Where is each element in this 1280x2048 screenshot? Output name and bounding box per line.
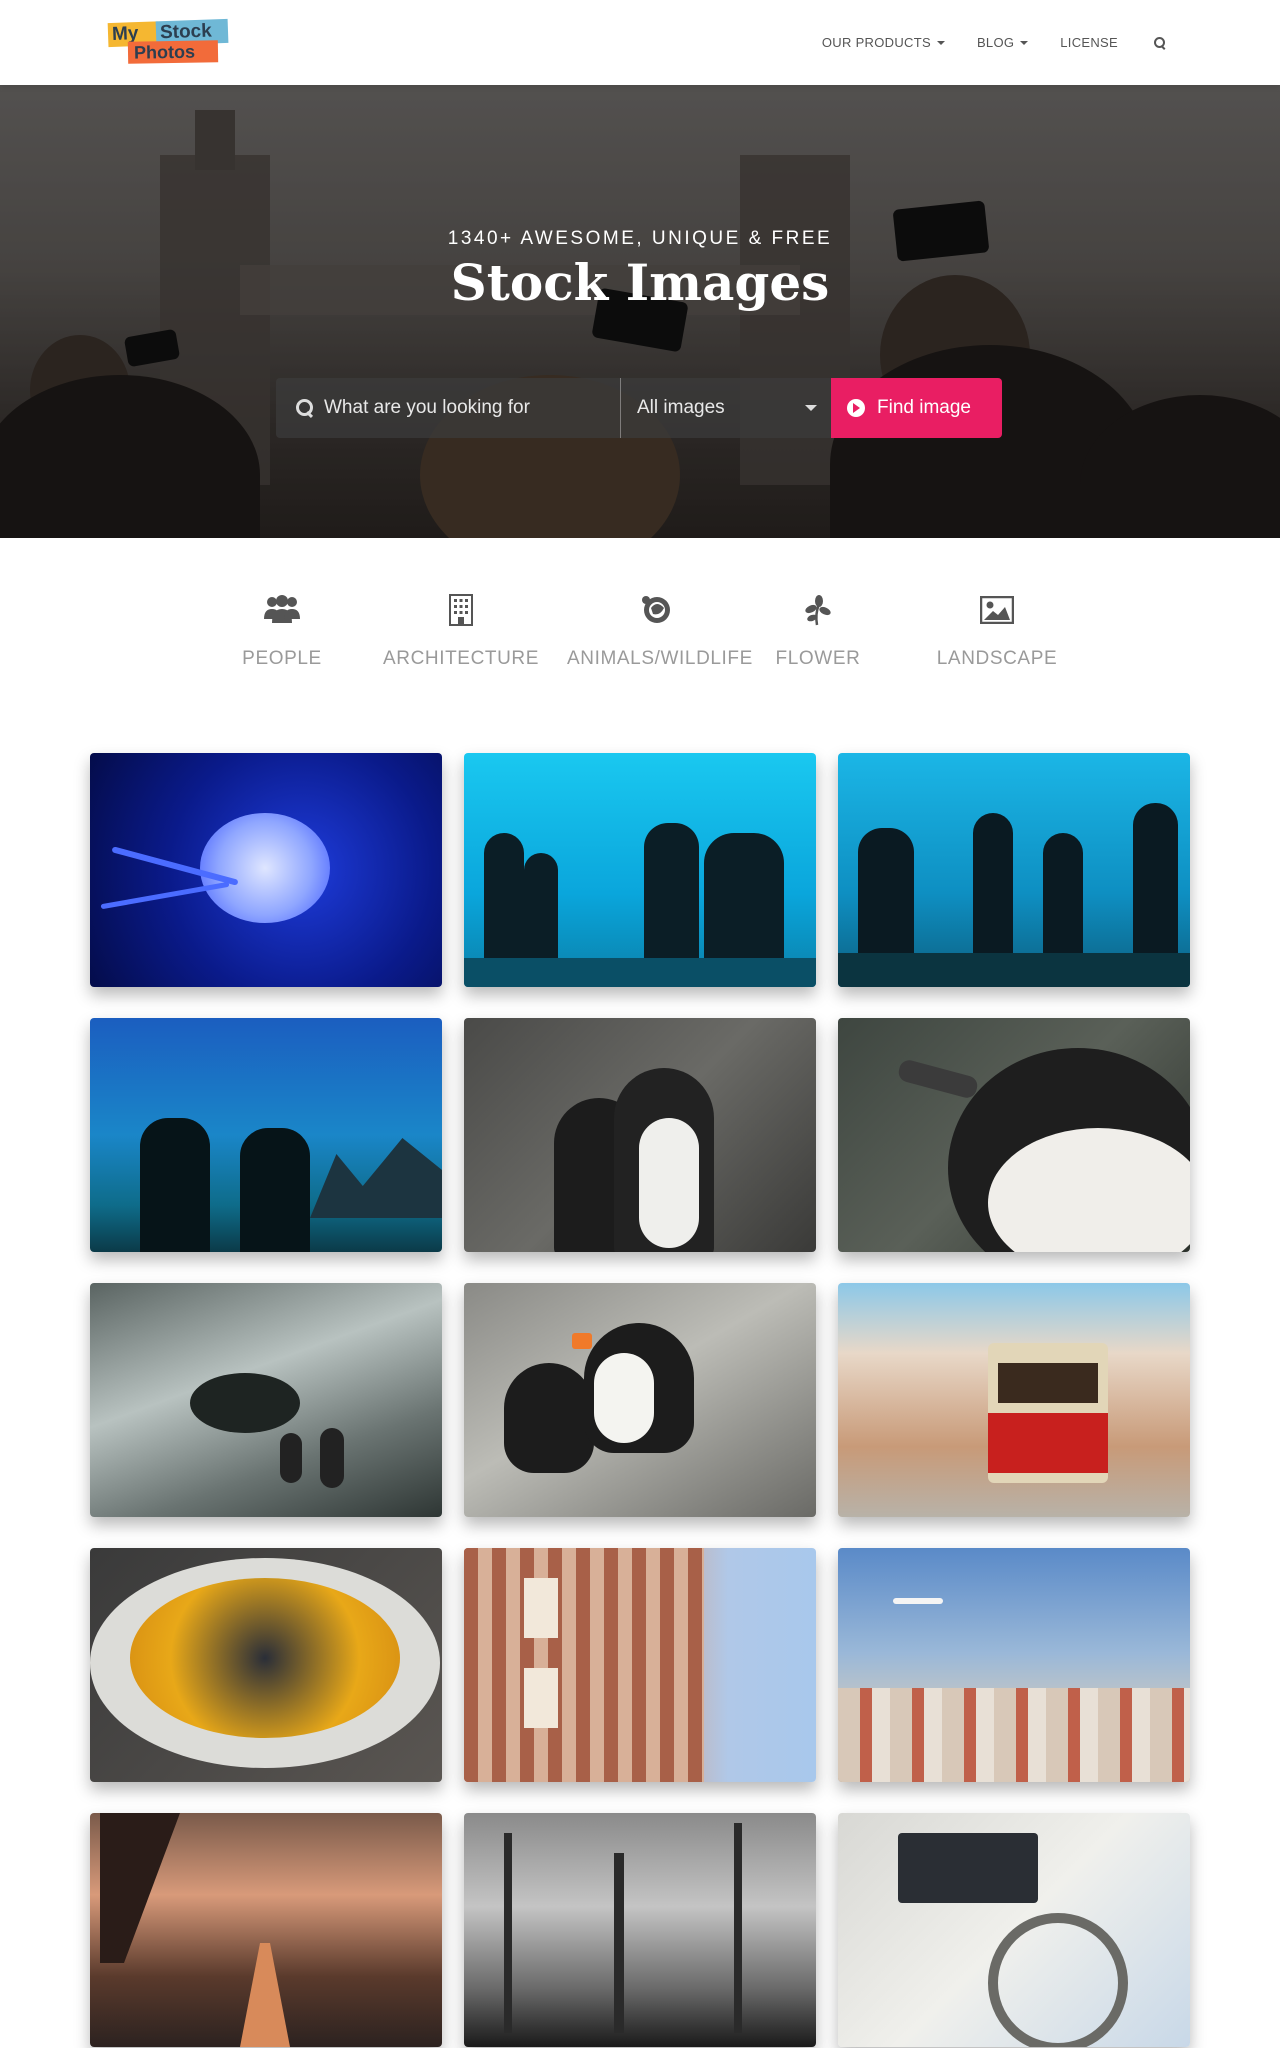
aquarium-floor [464, 958, 816, 987]
tram-windows [998, 1363, 1098, 1403]
category-flower-label: FLOWER [775, 648, 861, 669]
hero-subtitle: 1340+ AWESOME, UNIQUE & FREE [447, 228, 833, 249]
aquarium-rocks [310, 1138, 442, 1218]
nav-license[interactable]: LICENSE [1044, 35, 1134, 50]
find-image-label: Find image [877, 397, 971, 418]
gallery-item-aquarium-silhouettes[interactable] [838, 753, 1190, 987]
tram-red-panel [988, 1413, 1108, 1473]
category-landscape[interactable]: LANDSCAPE [907, 590, 1087, 670]
caret-down-icon [1020, 40, 1029, 45]
caret-down-icon [936, 40, 945, 45]
search-icon [1154, 36, 1166, 49]
find-image-button[interactable]: Find image [831, 378, 1002, 438]
site-logo[interactable]: My Stock Photos [104, 18, 232, 66]
penguin-small [280, 1433, 302, 1483]
category-architecture-label: ARCHITECTURE [382, 648, 540, 669]
hero-banner: 1340+ AWESOME, UNIQUE & FREE Stock Image… [0, 85, 1280, 538]
picture-icon [907, 590, 1087, 630]
category-people-label: PEOPLE [242, 648, 322, 669]
hero-search-form: What are you looking for All images Find… [276, 378, 1004, 438]
caret-down-icon [805, 405, 817, 411]
image-type-value: All images [637, 397, 725, 418]
visitor-silhouette [140, 1118, 210, 1252]
building-facade [464, 1548, 704, 1782]
nav-blog[interactable]: BLOG [961, 35, 1044, 50]
aquarium-floor [838, 953, 1190, 987]
gallery-item-jellyfish[interactable] [90, 753, 442, 987]
tree-trunk [734, 1823, 742, 2033]
puffin-body [504, 1363, 594, 1473]
navbar: My Stock Photos OUR PRODUCTS BLOG LICENS… [0, 0, 1280, 85]
building-window [524, 1578, 558, 1638]
gallery-item-puffins[interactable] [464, 1283, 816, 1517]
penguin-small [320, 1428, 344, 1488]
city-rooftops [838, 1688, 1190, 1782]
rock-cave [190, 1373, 300, 1433]
tree-silhouette [100, 1813, 180, 1963]
building-window [524, 1668, 558, 1728]
gallery-item-tiled-building[interactable] [464, 1548, 816, 1782]
gallery-item-city-airplane[interactable] [838, 1548, 1190, 1782]
arrow-circle-right-icon [847, 399, 865, 417]
category-animals-label: ANIMALS/WILDLIFE [567, 648, 753, 669]
nav-our-products-label: OUR PRODUCTS [821, 35, 931, 50]
search-icon [296, 399, 314, 417]
gallery-item-aquarium-visitors[interactable] [464, 753, 816, 987]
category-architecture[interactable]: ARCHITECTURE [371, 590, 551, 670]
gallery-item-misty-forest[interactable] [464, 1813, 816, 2047]
tree-trunk [504, 1833, 512, 2033]
logo-photos: Photos [127, 40, 219, 64]
flower-icon [728, 590, 908, 630]
puffin-beak [572, 1333, 592, 1349]
main-nav: OUR PRODUCTS BLOG LICENSE [806, 0, 1182, 85]
gallery-item-boat-dashboard[interactable] [838, 1813, 1190, 2047]
search-placeholder: What are you looking for [324, 397, 530, 418]
gallery-item-mussels-dish[interactable] [90, 1548, 442, 1782]
gallery-item-penguins-pair[interactable] [464, 1018, 816, 1252]
category-animals[interactable]: ANIMALS/WILDLIFE [567, 590, 753, 670]
puffin-chest [594, 1353, 654, 1443]
category-bar: PEOPLE ARCHITECTURE ANIMALS/WILDLIFE FLO… [0, 590, 1280, 690]
road-line [240, 1943, 290, 2047]
tree-trunk [614, 1853, 624, 2033]
gallery-item-aquarium-tank[interactable] [90, 1018, 442, 1252]
penguin-beak [896, 1058, 980, 1100]
image-type-select[interactable]: All images [621, 378, 831, 438]
jellyfish-bell [200, 813, 330, 923]
category-landscape-label: LANDSCAPE [936, 648, 1058, 669]
gallery-item-foggy-road[interactable] [90, 1813, 442, 2047]
search-input[interactable]: What are you looking for [276, 378, 621, 438]
steering-wheel [988, 1913, 1128, 2047]
category-people[interactable]: PEOPLE [192, 590, 372, 670]
nav-blog-label: BLOG [976, 35, 1015, 50]
penguin-chest [639, 1118, 699, 1248]
animal-icon [567, 590, 747, 630]
nav-license-label: LICENSE [1060, 35, 1118, 50]
hero-title: Stock Images [450, 253, 830, 312]
category-flower[interactable]: FLOWER [728, 590, 908, 670]
nav-search[interactable] [1134, 36, 1182, 49]
gallery-item-penguin-closeup[interactable] [838, 1018, 1190, 1252]
gallery-item-lisbon-tram[interactable] [838, 1283, 1190, 1517]
dashboard-screens [898, 1833, 1038, 1903]
people-icon [192, 590, 372, 630]
gallery-item-penguins-rocks[interactable] [90, 1283, 442, 1517]
nav-our-products[interactable]: OUR PRODUCTS [806, 35, 961, 50]
airplane [893, 1598, 943, 1604]
visitor-silhouette [240, 1128, 310, 1252]
mussels [130, 1578, 400, 1738]
building-icon [371, 590, 551, 630]
